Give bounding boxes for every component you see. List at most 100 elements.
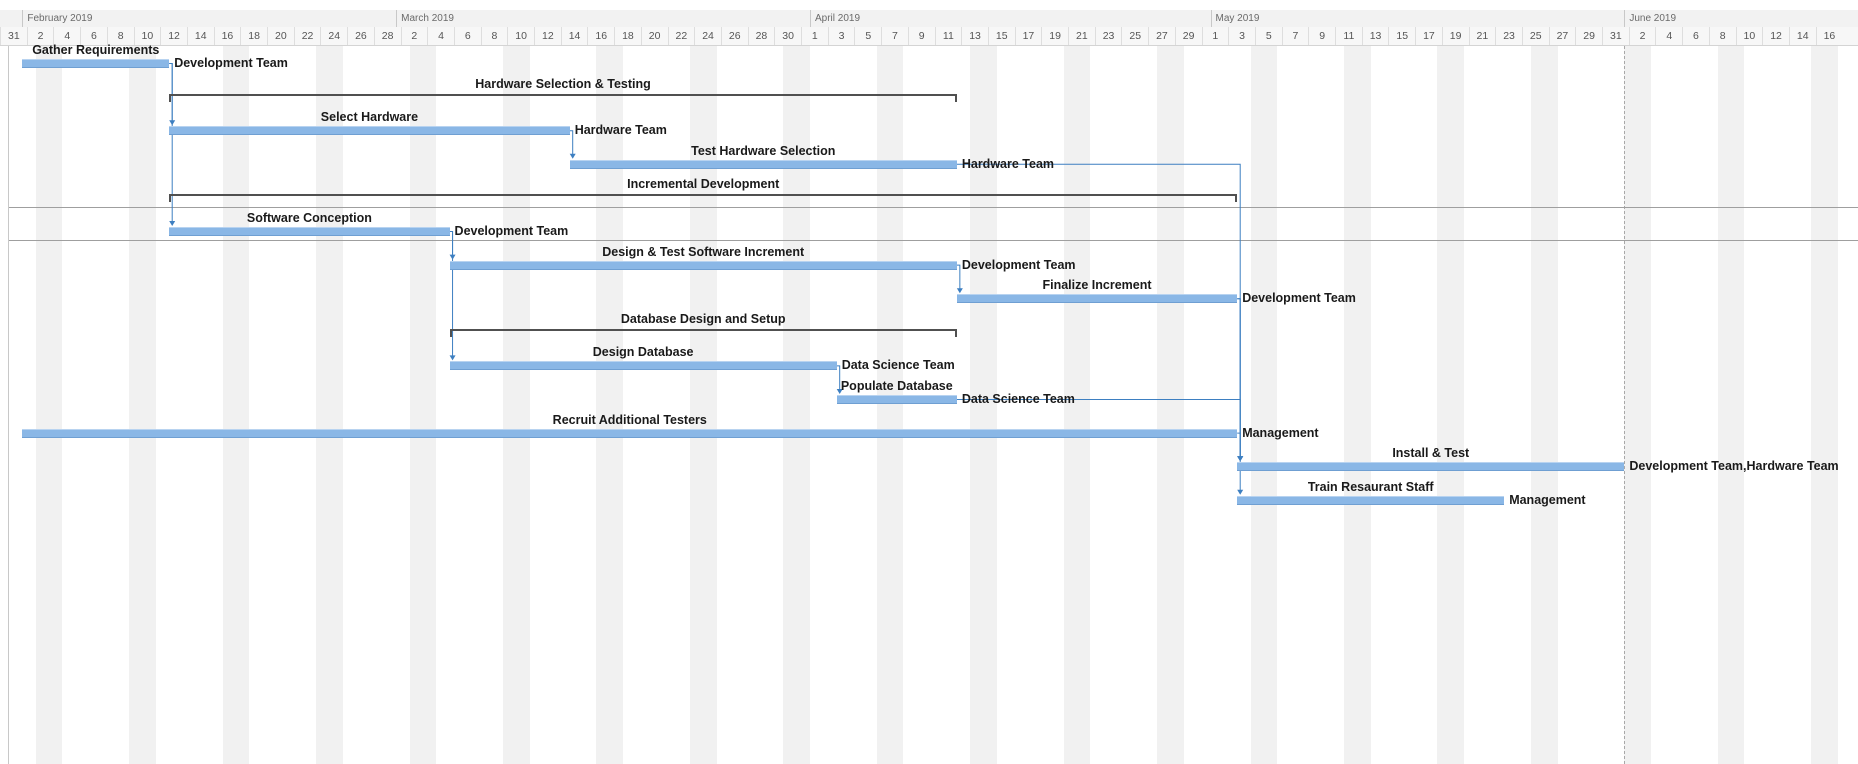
- timescale-day-label: 2: [1628, 27, 1656, 45]
- timescale-day-label: 20: [267, 27, 294, 45]
- timescale-day-label: 6: [453, 27, 481, 45]
- resource-label-design-test-software-increment: Development Team: [961, 257, 1076, 272]
- timescale-day-label: 28: [747, 27, 775, 45]
- task-bar-software-conception[interactable]: [169, 227, 450, 236]
- task-bar-recruit-additional-testers[interactable]: [22, 428, 1238, 438]
- timescale-day-label: 22: [293, 27, 321, 45]
- task-name-gather-requirements: Gather Requirements: [32, 43, 160, 57]
- task-bar-populate-database[interactable]: [836, 395, 957, 404]
- task-name-train-restaurant-staff: Train Resaurant Staff: [1307, 479, 1434, 494]
- task-bar-test-hardware-selection[interactable]: [569, 159, 957, 169]
- task-bar-select-hardware[interactable]: [169, 126, 570, 136]
- task-name-finalize-increment: Finalize Increment: [1042, 278, 1152, 293]
- timescale-day-label: 8: [1708, 27, 1736, 45]
- timescale-day-label: 7: [1281, 27, 1309, 45]
- task-bar-design-test-software-increment[interactable]: [449, 260, 957, 270]
- timescale-months: February 2019 March 2019 April 2019 May 201…: [0, 10, 1858, 28]
- resource-label-recruit-additional-testers: Management: [1242, 425, 1319, 440]
- timescale-day-label: 12: [160, 27, 187, 45]
- timescale-day-label: 9: [1308, 27, 1335, 45]
- timescale-day-label: 16: [1815, 27, 1843, 45]
- timescale-day-label: 13: [1361, 27, 1389, 45]
- resource-label-design-database: Data Science Team: [841, 358, 955, 373]
- summary-bar-incremental-development[interactable]: [169, 194, 1238, 203]
- timescale-day-label: 11: [1335, 27, 1362, 45]
- resource-label-populate-database: Data Science Team: [961, 392, 1075, 406]
- timescale-day-label: 17: [1014, 27, 1042, 45]
- timescale-day-label: 24: [320, 27, 347, 45]
- timescale-day-label: 2: [400, 27, 428, 45]
- timescale-day-label: 10: [1735, 27, 1763, 45]
- timescale-day-label: 15: [1388, 27, 1415, 45]
- resource-label-select-hardware: Hardware Team: [574, 123, 667, 138]
- task-bar-install-test[interactable]: [1237, 462, 1625, 472]
- gantt-chart: February 2019 March 2019 April 2019 May 201…: [0, 0, 1858, 764]
- timescale-day-label: 25: [1521, 27, 1549, 45]
- timescale-day-label: 29: [1174, 27, 1202, 45]
- timescale-day-label: 5: [1254, 27, 1282, 45]
- task-name-software-conception: Software Conception: [246, 211, 372, 225]
- timescale-month-label: April 2019: [810, 10, 860, 27]
- timescale-day-label: 4: [427, 27, 454, 45]
- timescale-day-label: 30: [774, 27, 801, 45]
- timescale-day-label: 13: [961, 27, 988, 45]
- timescale-day-label: 6: [1682, 27, 1709, 45]
- timescale-day-label: 16: [213, 27, 241, 45]
- timescale-day-label: 23: [1094, 27, 1122, 45]
- timescale-day-label: 24: [694, 27, 721, 45]
- task-name-incremental-development: Incremental Development: [627, 177, 780, 192]
- timescale-day-label: 28: [373, 27, 401, 45]
- dependency-arrowhead: [569, 153, 576, 159]
- timescale-day-label: 21: [1468, 27, 1496, 45]
- task-name-populate-database: Populate Database: [840, 379, 953, 393]
- timescale-day-label: 3: [827, 27, 855, 45]
- timescale-day-label: 1: [801, 27, 828, 45]
- timescale-month-label: March 2019: [396, 10, 454, 27]
- task-name-design-test-software-increment: Design & Test Software Increment: [602, 244, 805, 259]
- timescale-day-label: 22: [667, 27, 695, 45]
- task-name-recruit-additional-testers: Recruit Additional Testers: [552, 412, 707, 427]
- timescale-day-label: 21: [1068, 27, 1095, 45]
- timescale-day-label: 16: [587, 27, 614, 45]
- timescale-day-label: 17: [1415, 27, 1442, 45]
- dependency-arrowhead: [1237, 489, 1244, 495]
- timescale-day-label: 25: [1121, 27, 1148, 45]
- timescale-days: 31 2 4 6 8 10 12 14 16 18 20 22 24 26 28 2 4 6 8 10 12 14 16 18…: [0, 27, 1858, 46]
- task-bar-finalize-increment[interactable]: [956, 294, 1238, 304]
- dependency-line: [836, 365, 841, 390]
- timescale-day-label: 15: [987, 27, 1015, 45]
- timescale-day-label: 31: [1602, 27, 1629, 45]
- resource-label-finalize-increment: Development Team: [1242, 291, 1356, 306]
- dependency-layer: [169, 63, 1244, 495]
- timescale-day-label: 19: [1441, 27, 1469, 45]
- task-bar-design-database[interactable]: [449, 361, 837, 371]
- timescale-day-label: 4: [1655, 27, 1682, 45]
- timescale-day-label: 8: [480, 27, 508, 45]
- timescale-day-label: 1: [1201, 27, 1229, 45]
- timescale-month-label: May 2019: [1210, 10, 1259, 27]
- dependency-line: [449, 231, 454, 357]
- timescale-day-label: 9: [907, 27, 935, 45]
- task-name-select-hardware: Select Hardware: [320, 110, 419, 125]
- timescale-day-label: 12: [1762, 27, 1789, 45]
- timescale-day-label: 31: [0, 27, 27, 45]
- dependency-line: [956, 163, 1241, 458]
- task-bar-train-restaurant-staff[interactable]: [1237, 495, 1505, 505]
- resource-label-train-restaurant-staff: Management: [1509, 492, 1586, 507]
- timescale-day-label: 29: [1575, 27, 1602, 45]
- timescale-day-label: 5: [854, 27, 881, 45]
- timescale-day-label: 23: [1495, 27, 1522, 45]
- timescale-day-label: 20: [640, 27, 668, 45]
- summary-bar-hardware-selection-testing[interactable]: [169, 93, 957, 102]
- dependency-line: [569, 130, 574, 155]
- dependency-line: [956, 264, 961, 290]
- timescale-day-label: 27: [1148, 27, 1175, 45]
- timescale-day-label: 14: [186, 27, 214, 45]
- dependency-arrowhead: [449, 355, 456, 361]
- timescale-day-label: 11: [934, 27, 962, 45]
- task-name-design-database: Design Database: [592, 345, 694, 360]
- summary-bar-database-design-setup[interactable]: [449, 328, 958, 337]
- task-bar-gather-requirements[interactable]: [22, 59, 170, 68]
- timescale-day-label: 14: [560, 27, 588, 45]
- timescale-day-label: 3: [1228, 27, 1255, 45]
